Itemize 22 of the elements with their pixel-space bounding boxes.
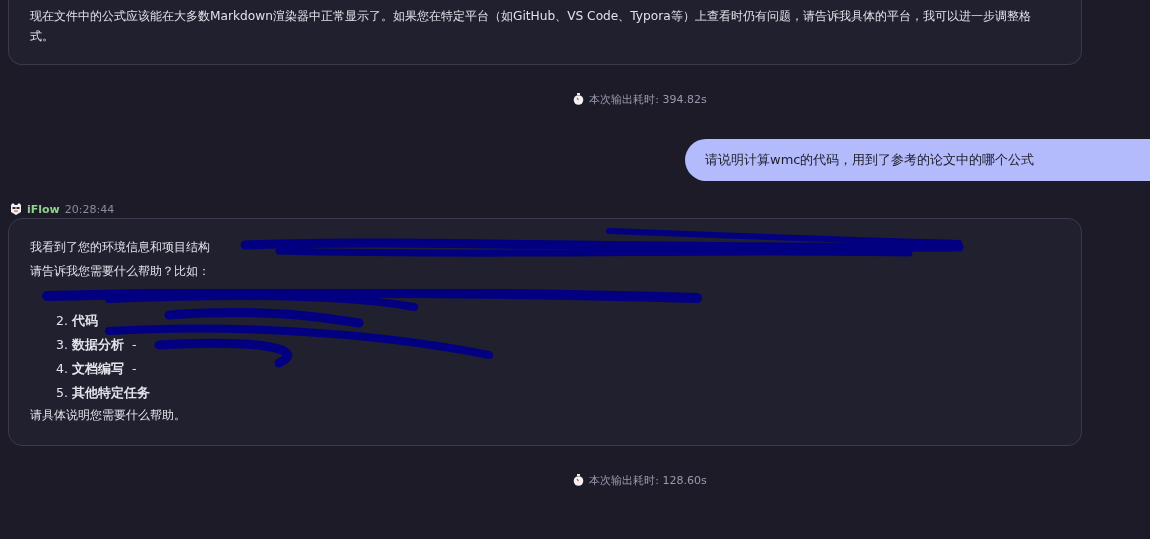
list-title: 其他特定任务: [71, 384, 150, 402]
sender-name: iFlow: [27, 202, 60, 216]
message-time: 20:28:44: [64, 202, 115, 216]
message-text: 请告诉我您需要什么帮助？比如：: [30, 263, 211, 280]
list-number: 5.: [56, 384, 68, 402]
stopwatch-icon: [573, 93, 585, 105]
list-text: -: [130, 336, 138, 354]
mascot-face-icon: [10, 203, 22, 215]
list-title: 文档编写: [71, 360, 124, 378]
list-number: 3.: [56, 336, 68, 354]
list-text: -: [130, 360, 138, 378]
list-title: 代码: [71, 312, 98, 330]
list-title: 数据分析: [71, 336, 124, 354]
stopwatch-icon: [573, 474, 585, 486]
list-number: 4.: [56, 360, 68, 378]
elapsed-time: 本次输出耗时: 128.60s: [589, 472, 707, 488]
message-text: 现在文件中的公式应该能在大多数Markdown渲染器中正常显示了。如果您在特定平台（如GitHub、VS Code、Typora等）上查看时仍有问题，请告诉我具体的平台，我可以进一步调整格式。: [30, 8, 1032, 45]
list-number: 2.: [56, 312, 68, 330]
message-text: 我看到了您的环境信息和项目结构: [30, 239, 211, 256]
elapsed-time: 本次输出耗时: 394.82s: [589, 91, 707, 107]
message-text: 请具体说明您需要什么帮助。: [30, 407, 187, 424]
user-message: 请说明计算wmc的代码，用到了参考的论文中的哪个公式: [685, 139, 1150, 181]
